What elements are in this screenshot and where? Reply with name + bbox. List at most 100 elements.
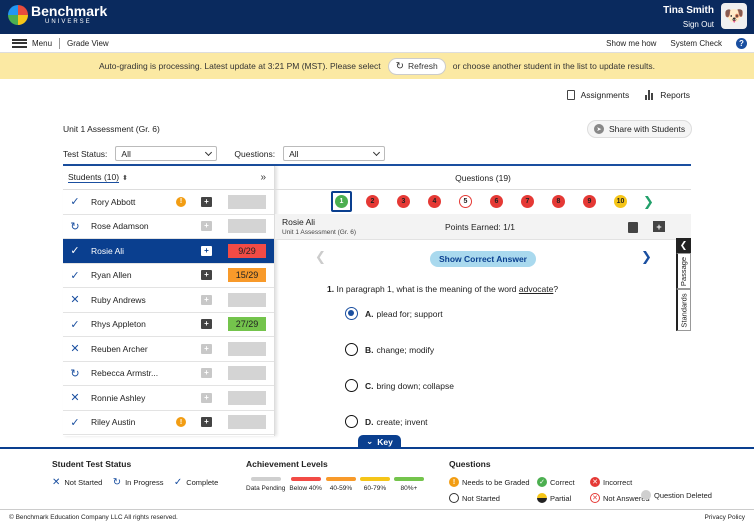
question-number-button[interactable]: 3	[397, 195, 410, 208]
level-label: 40-59%	[329, 485, 353, 492]
radio-button[interactable]	[345, 379, 358, 392]
radio-button[interactable]	[345, 343, 358, 356]
score-badge	[228, 292, 266, 307]
in-progress-icon: ↻	[70, 220, 80, 233]
achievement-level: 80%+	[393, 477, 424, 492]
benchmark-logo[interactable]: Benchmark UNIVERSE	[8, 4, 107, 25]
legend-correct-label: Correct	[550, 477, 575, 487]
chevron-left-icon[interactable]: ❮	[676, 238, 691, 253]
question-number-button[interactable]: 10	[614, 195, 627, 208]
question-stem: In paragraph 1, what is the meaning of t…	[336, 284, 517, 294]
check-icon: ✓	[70, 269, 80, 282]
chevron-down-icon: ⌄	[366, 436, 374, 446]
option-text: change; modify	[376, 344, 435, 355]
questions-legend: Questions ! Needs to be Graded ✓ Correct ✕…	[449, 459, 654, 503]
reports-button[interactable]: Reports	[645, 90, 690, 100]
system-check-link[interactable]: System Check	[670, 39, 722, 48]
banner-text-after: or choose another student in the list to…	[452, 61, 655, 71]
avatar[interactable]: 🐶	[721, 3, 747, 29]
question-number-button[interactable]: 6	[490, 195, 503, 208]
option-letter: A.	[365, 308, 374, 319]
student-row[interactable]: ✓ Rhys Appleton +27/29	[63, 313, 274, 337]
needs-grading-icon: !	[176, 196, 186, 207]
legend-key: Student Test Status ✕ Not Started ↻ In Pro…	[0, 447, 754, 509]
help-icon[interactable]: ?	[736, 38, 747, 49]
refresh-button[interactable]: ↻ Refresh	[387, 57, 446, 75]
student-row[interactable]: ✕ Ruby Andrews +	[63, 288, 274, 313]
status-legend: Student Test Status ✕ Not Started ↻ In Pro…	[52, 459, 226, 488]
question-end: ?	[553, 284, 559, 294]
answer-option[interactable]: B. change; modify	[345, 343, 434, 356]
user-info: Tina Smith Sign Out	[663, 5, 714, 30]
students-sort-button[interactable]: Students (10)	[68, 172, 120, 183]
student-row[interactable]: ✕ Ronnie Ashley +	[63, 386, 274, 411]
student-row[interactable]: ✕ Reuben Archer +	[63, 337, 274, 362]
radio-button[interactable]	[345, 307, 358, 320]
add-note-icon[interactable]: +	[201, 417, 212, 428]
next-questions-arrow[interactable]: ❯	[643, 194, 654, 210]
prev-question-arrow[interactable]: ❮	[315, 249, 326, 265]
next-question-arrow[interactable]: ❯	[641, 249, 652, 265]
questions-select[interactable]: All	[283, 146, 386, 161]
share-with-students-button[interactable]: ➤ Share with Students	[587, 120, 693, 138]
legend-deleted: Question Deleted	[641, 490, 712, 500]
option-text: create; invent	[376, 416, 428, 427]
standards-tab[interactable]: Standards	[676, 289, 691, 331]
answer-option[interactable]: D. create; invent	[345, 415, 428, 428]
selected-question-frame	[331, 191, 352, 212]
assignments-label: Assignments	[580, 90, 630, 100]
menu-label: Menu	[32, 38, 53, 48]
answer-option[interactable]: C. bring down; collapse	[345, 379, 454, 392]
student-row[interactable]: ✓ Rosie Ali +9/29	[63, 239, 274, 264]
needs-grading-icon: !	[449, 477, 459, 487]
assignments-button[interactable]: Assignments	[566, 90, 630, 100]
add-note-icon[interactable]: +	[201, 196, 212, 207]
reports-label: Reports	[660, 90, 690, 100]
question-number-button[interactable]: 9	[583, 195, 596, 208]
question-number-button[interactable]: 8	[552, 195, 565, 208]
question-number-button[interactable]: 2	[366, 195, 379, 208]
student-row[interactable]: ↻ Rebecca Armstr... +	[63, 362, 274, 386]
collapse-list-icon[interactable]: »	[260, 172, 266, 183]
add-note-icon[interactable]: +	[201, 319, 212, 330]
selected-assessment: Unit 1 Assessment (Gr. 6)	[282, 229, 357, 236]
deleted-icon	[641, 490, 651, 500]
footer: © Benchmark Education Company LLC All ri…	[0, 509, 754, 524]
add-note-icon[interactable]: +	[201, 270, 212, 281]
level-color-bar	[359, 477, 390, 481]
question-number-button[interactable]: 7	[521, 195, 534, 208]
add-note-icon: +	[201, 343, 212, 354]
student-row[interactable]: ↻ Rose Adamson +	[63, 215, 274, 239]
student-row[interactable]: ✓ Ryan Allen +15/29	[63, 264, 274, 288]
test-status-select[interactable]: All	[115, 146, 218, 161]
questions-count: (19)	[495, 172, 511, 183]
student-row[interactable]: ✓ Rory Abbott! +	[63, 190, 274, 215]
filters: Test Status: All Questions: All	[63, 146, 386, 161]
student-name: Ryan Allen	[91, 270, 132, 281]
show-correct-answer-button[interactable]: Show Correct Answer	[430, 251, 536, 267]
student-name: Ronnie Ashley	[91, 392, 146, 403]
rubric-icon[interactable]	[628, 222, 638, 233]
answer-option[interactable]: A. plead for; support	[345, 307, 443, 320]
questions-legend-grid: ! Needs to be Graded ✓ Correct ✕ Incorrect …	[449, 477, 654, 503]
add-note-icon[interactable]: +	[653, 221, 665, 232]
show-me-how-link[interactable]: Show me how	[606, 39, 656, 48]
score-badge	[228, 194, 266, 209]
legend-in-progress-label: In Progress	[125, 478, 164, 487]
sort-icon[interactable]: ⬍	[122, 174, 128, 182]
question-number-button[interactable]: 5	[459, 195, 472, 208]
add-note-icon[interactable]: +	[201, 245, 212, 256]
key-toggle-button[interactable]: ⌄ Key	[358, 435, 401, 448]
menu-button[interactable]: Menu	[12, 38, 53, 48]
question-numbers: ❯ 1 2 3 4 5 6 7 8 9 10	[331, 191, 691, 212]
question-word: advocate	[518, 284, 554, 294]
sign-out-link[interactable]: Sign Out	[683, 20, 714, 29]
passage-tab[interactable]: Passage	[676, 253, 691, 289]
radio-button[interactable]	[345, 415, 358, 428]
legend-incorrect-label: Incorrect	[603, 477, 633, 487]
privacy-policy-link[interactable]: Privacy Policy	[705, 514, 745, 521]
student-row[interactable]: ✓ Riley Austin! +	[63, 411, 274, 435]
side-tabs: ❮ Passage Standards	[676, 238, 691, 331]
question-number-button[interactable]: 4	[428, 195, 441, 208]
level-color-bar	[290, 477, 321, 481]
